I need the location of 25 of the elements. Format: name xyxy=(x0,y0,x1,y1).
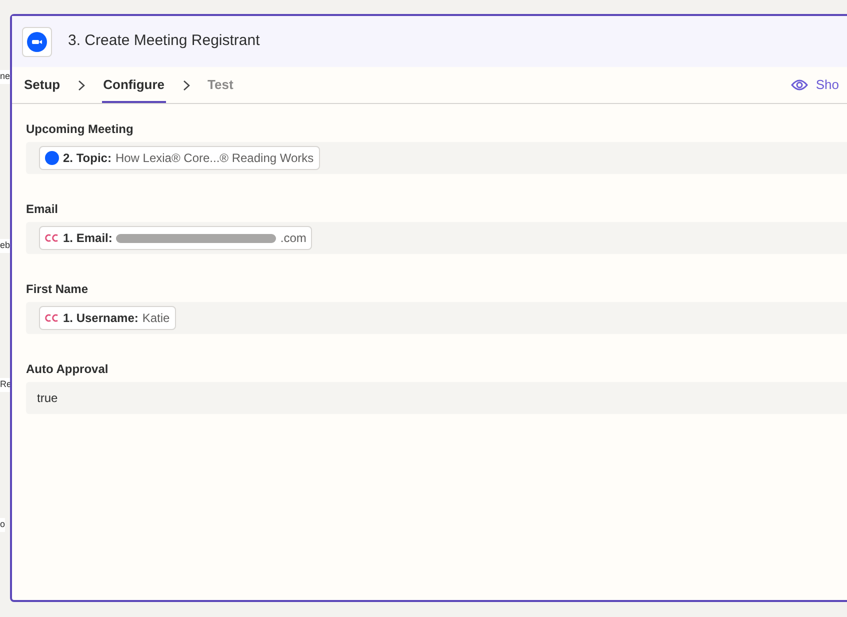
field-label: Upcoming Meeting xyxy=(26,121,134,136)
step-tab[interactable]: Configure xyxy=(102,67,166,103)
app-icon xyxy=(45,151,59,165)
eye-icon xyxy=(790,79,808,91)
input-field[interactable]: 2. Topic: How Lexia® Core...® Reading Works xyxy=(26,142,847,174)
input-field[interactable]: 1. Email: .com xyxy=(26,222,847,254)
background-card-text: o xyxy=(0,518,6,532)
show-link[interactable]: Sho xyxy=(816,75,839,95)
field-label: Auto Approval xyxy=(26,361,110,376)
data-pill[interactable]: 1. Email: .com xyxy=(39,226,312,250)
background-card-text: ne xyxy=(0,70,10,84)
background-card-text: eb xyxy=(0,239,10,252)
panel-title: 3. Create Meeting Registrant xyxy=(68,31,260,52)
camera-icon xyxy=(27,32,47,52)
app-icon xyxy=(45,314,59,322)
chevron-icon xyxy=(78,80,86,90)
data-pill[interactable]: 2. Topic: How Lexia® Core...® Reading Works xyxy=(39,146,320,170)
data-pill[interactable]: 1. Username: Katie xyxy=(39,306,176,330)
field-label: First Name xyxy=(26,281,90,296)
input-field[interactable]: true xyxy=(26,382,847,414)
app-icon xyxy=(45,234,59,242)
step-tab[interactable]: Setup xyxy=(23,67,62,103)
input-field[interactable]: 1. Username: Katie xyxy=(26,302,847,334)
field-label: Email xyxy=(26,201,60,216)
chevron-icon xyxy=(182,80,190,90)
